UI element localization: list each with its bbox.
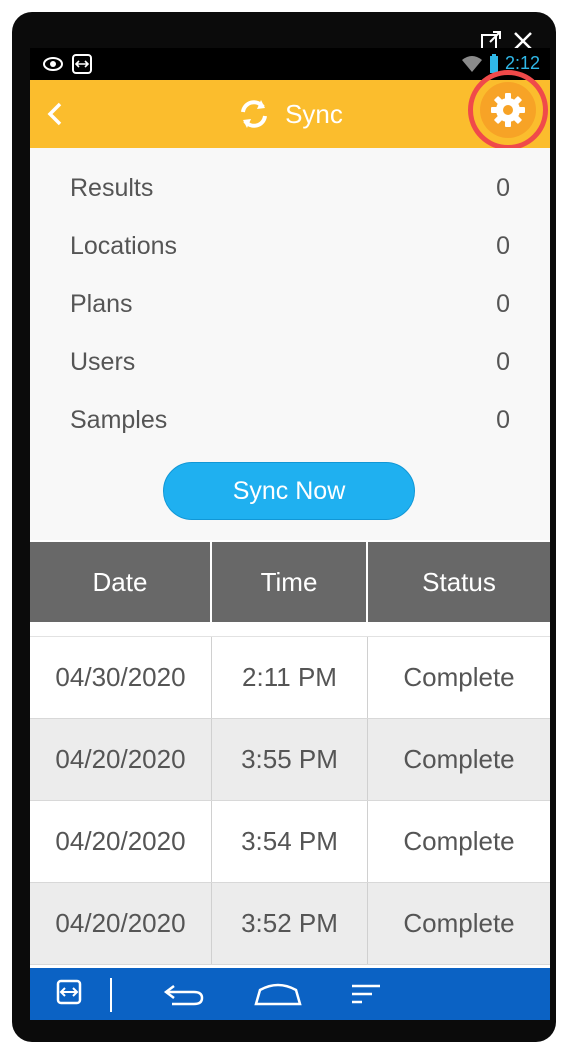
eye-icon <box>43 57 63 71</box>
status-bar: 2:12 <box>30 48 550 80</box>
table-spacer <box>30 622 550 637</box>
count-row-locations: Locations 0 <box>70 226 510 266</box>
cell-status: Complete <box>403 908 515 938</box>
sync-icon <box>241 100 268 128</box>
count-row-samples: Samples 0 <box>70 400 510 440</box>
phone-screen: 2:12 Sync Results 0 Locations 0 Plans 0 … <box>30 48 550 1020</box>
cell-time: 3:54 PM <box>212 801 368 882</box>
back-arrow-icon[interactable] <box>160 978 206 1010</box>
table-row[interactable]: 04/20/2020 3:55 PM Complete <box>30 719 550 801</box>
sync-counts: Results 0 Locations 0 Plans 0 Users 0 Sa… <box>30 148 550 540</box>
count-row-results: Results 0 <box>70 168 510 208</box>
cell-date: 04/20/2020 <box>30 719 212 800</box>
cell-date: 04/20/2020 <box>30 883 212 964</box>
android-nav-bar <box>30 968 550 1020</box>
cell-time: 3:52 PM <box>212 883 368 964</box>
count-row-users: Users 0 <box>70 342 510 382</box>
recent-apps-icon[interactable] <box>348 978 384 1010</box>
count-value: 0 <box>496 347 510 376</box>
table-row[interactable]: 04/20/2020 3:52 PM Complete <box>30 883 550 965</box>
count-value: 0 <box>496 173 510 202</box>
sync-history-table: Date Time Status 04/30/2020 2:11 PM Comp… <box>30 542 550 965</box>
cell-time: 2:11 PM <box>212 637 368 718</box>
table-header: Date Time Status <box>30 542 550 622</box>
table-row[interactable]: 04/30/2020 2:11 PM Complete <box>30 637 550 719</box>
count-label: Samples <box>70 405 168 434</box>
teamviewer-icon <box>72 54 92 74</box>
cell-status: Complete <box>403 744 515 774</box>
count-value: 0 <box>496 289 510 318</box>
home-icon[interactable] <box>252 978 304 1010</box>
column-header-time: Time <box>212 542 368 622</box>
gear-icon <box>491 93 525 127</box>
cell-date: 04/30/2020 <box>30 637 212 718</box>
cell-status: Complete <box>403 662 515 692</box>
column-header-status: Status <box>368 542 550 622</box>
count-label: Plans <box>70 289 133 318</box>
app-bar: Sync <box>30 70 550 150</box>
table-row[interactable]: 04/20/2020 3:54 PM Complete <box>30 801 550 883</box>
nav-divider <box>110 978 112 1012</box>
count-value: 0 <box>496 231 510 260</box>
sync-now-button[interactable]: Sync Now <box>163 462 415 520</box>
wifi-icon <box>461 55 482 72</box>
settings-button[interactable] <box>480 82 536 138</box>
cell-date: 04/20/2020 <box>30 801 212 882</box>
count-row-plans: Plans 0 <box>70 284 510 324</box>
column-header-date: Date <box>30 542 212 622</box>
cell-time: 3:55 PM <box>212 719 368 800</box>
cell-status: Complete <box>403 826 515 856</box>
teamviewer-icon[interactable] <box>56 978 82 1008</box>
count-label: Results <box>70 173 154 202</box>
count-value: 0 <box>496 405 510 434</box>
count-label: Users <box>70 347 136 376</box>
page-title: Sync <box>285 98 343 129</box>
count-label: Locations <box>70 231 178 260</box>
